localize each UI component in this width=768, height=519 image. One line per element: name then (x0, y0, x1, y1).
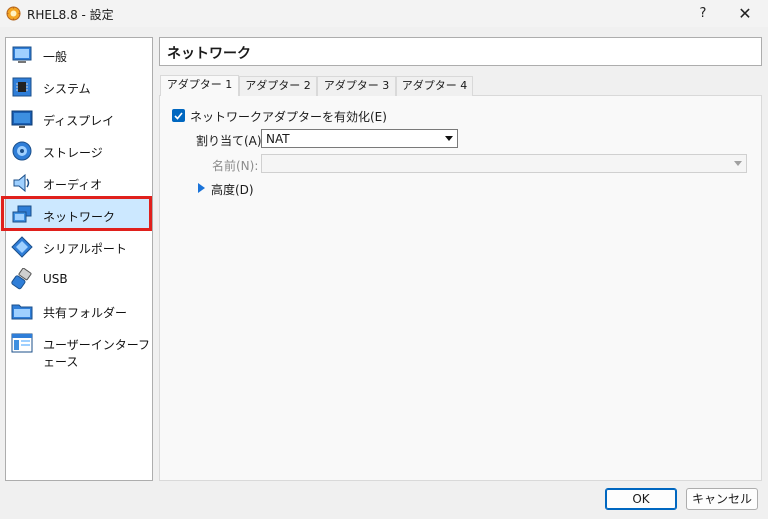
sidebar-item-usb[interactable]: USB (6, 263, 152, 295)
name-label: 名前(N): (212, 159, 259, 173)
page-title-box: ネットワーク (159, 37, 762, 66)
name-select[interactable] (261, 154, 747, 173)
attached-to-value: NAT (266, 132, 290, 146)
sidebar-item-label: 一般 (43, 50, 68, 64)
sidebar-item-label: シリアルポート (43, 242, 127, 256)
title-bar: RHEL8.8 - 設定 ? ✕ (0, 0, 768, 27)
sidebar-item-label: ユーザーインターフェース (43, 338, 151, 369)
general-icon (12, 46, 32, 63)
user-interface-icon (11, 333, 33, 353)
adapter-tab-panel: ネットワークアダプターを有効化(E) 割り当て(A): NAT 名前(N): 高… (159, 95, 762, 481)
settings-sidebar: 一般 システム ディスプレイ ストレージ オーディオ ネットワーク シリアルポー… (5, 37, 153, 481)
tab-adapter-1[interactable]: アダプター 1 (160, 75, 239, 96)
sidebar-item-system[interactable]: システム (6, 71, 152, 103)
virtualbox-app-icon (6, 6, 21, 21)
sidebar-item-general[interactable]: 一般 (6, 39, 152, 71)
enable-adapter-label[interactable]: ネットワークアダプターを有効化(E) (190, 108, 387, 125)
attached-to-select[interactable]: NAT (261, 129, 458, 148)
sidebar-item-label: 共有フォルダー (43, 306, 128, 320)
sidebar-item-label: ネットワーク (43, 210, 116, 224)
system-icon (12, 77, 32, 97)
enable-adapter-checkbox[interactable] (172, 109, 185, 122)
sidebar-item-storage[interactable]: ストレージ (6, 135, 152, 167)
page-title: ネットワーク (167, 46, 251, 62)
sidebar-item-label: オーディオ (43, 178, 103, 192)
window-title: RHEL8.8 - 設定 (27, 8, 114, 22)
serial-port-icon (11, 236, 33, 258)
display-icon (11, 110, 33, 128)
sidebar-item-audio[interactable]: オーディオ (6, 167, 152, 199)
tab-adapter-2[interactable]: アダプター 2 (239, 76, 317, 96)
sidebar-item-label: システム (43, 82, 91, 96)
sidebar-item-network[interactable]: ネットワーク (6, 199, 152, 231)
chevron-down-icon (734, 161, 742, 166)
tab-adapter-3[interactable]: アダプター 3 (317, 76, 396, 96)
tab-adapter-4[interactable]: アダプター 4 (396, 76, 473, 96)
help-button[interactable]: ? (680, 0, 726, 27)
chevron-down-icon (445, 136, 453, 141)
sidebar-item-shared-folders[interactable]: 共有フォルダー (6, 295, 152, 327)
close-button[interactable]: ✕ (722, 0, 768, 27)
sidebar-item-label: ストレージ (43, 146, 103, 160)
sidebar-item-user-interface[interactable]: ユーザーインターフェース (6, 327, 152, 369)
checkmark-icon (174, 112, 183, 120)
audio-icon (13, 173, 30, 193)
cancel-button[interactable]: キャンセル (686, 488, 758, 510)
attached-to-label: 割り当て(A): (196, 134, 266, 148)
sidebar-item-label: USB (43, 272, 68, 286)
ok-button[interactable]: OK (605, 488, 677, 510)
shared-folder-icon (11, 304, 33, 320)
sidebar-item-label: ディスプレイ (43, 114, 115, 128)
storage-icon (12, 141, 32, 161)
sidebar-item-display[interactable]: ディスプレイ (6, 103, 152, 135)
network-icon (12, 205, 32, 223)
advanced-expander-label[interactable]: 高度(D) (211, 181, 254, 198)
sidebar-item-serial-port[interactable]: シリアルポート (6, 231, 152, 263)
expand-arrow-icon[interactable] (198, 183, 205, 193)
usb-icon (11, 268, 32, 290)
